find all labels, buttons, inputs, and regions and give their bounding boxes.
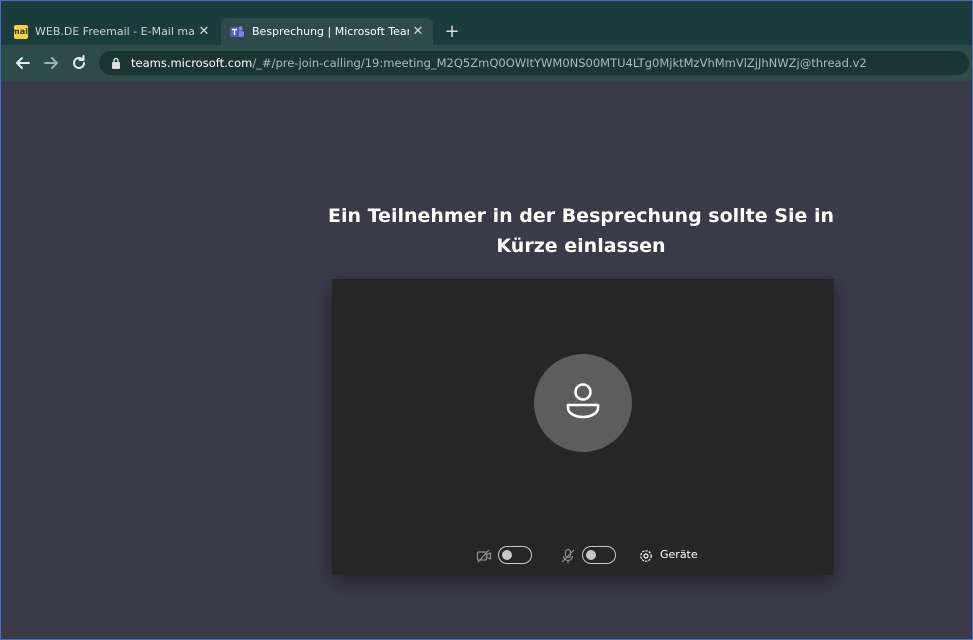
url-text[interactable]: teams.microsoft.com/_#/pre-join-calling/… — [131, 56, 966, 70]
tab-strip: mail WEB.DE Freemail - E-Mail made in Ge… — [1, 1, 972, 45]
avatar — [534, 354, 632, 452]
url-path: /_#/pre-join-calling/19:meeting_M2Q5ZmQ0… — [252, 56, 867, 70]
microphone-off-icon — [561, 548, 575, 563]
webde-icon-text: mail — [11, 27, 31, 36]
microphone-toggle[interactable] — [582, 546, 616, 564]
tab-teams-title: Besprechung | Microsoft Teams — [252, 25, 409, 38]
forward-arrow-icon[interactable] — [41, 53, 61, 73]
back-arrow-icon[interactable] — [13, 53, 33, 73]
teams-icon — [230, 25, 244, 37]
camera-toggle-knob — [502, 550, 512, 560]
address-bar[interactable]: teams.microsoft.com/_#/pre-join-calling/… — [99, 51, 969, 75]
webde-icon: mail — [11, 24, 31, 39]
tab-webde-close-icon[interactable]: ✕ — [195, 24, 213, 39]
reload-icon[interactable] — [69, 53, 89, 73]
tab-teams-close-icon[interactable]: ✕ — [409, 24, 427, 39]
page-title-line1: Ein Teilnehmer in der Besprechung sollte… — [327, 205, 834, 227]
video-preview: Geräte — [332, 279, 834, 575]
url-host: teams.microsoft.com — [131, 56, 253, 70]
camera-off-icon — [476, 549, 492, 563]
tab-webde-title: WEB.DE Freemail - E-Mail made in Germany — [35, 25, 195, 38]
devices-button[interactable]: Geräte — [660, 548, 698, 561]
page-title: Ein Teilnehmer in der Besprechung sollte… — [301, 201, 861, 261]
person-icon — [566, 383, 600, 419]
gear-icon[interactable] — [638, 548, 654, 564]
browser-window: mail WEB.DE Freemail - E-Mail made in Ge… — [0, 0, 973, 640]
tab-webde[interactable]: mail WEB.DE Freemail - E-Mail made in Ge… — [9, 18, 219, 45]
browser-toolbar: teams.microsoft.com/_#/pre-join-calling/… — [1, 45, 972, 81]
page-title-line2: Kürze einlassen — [496, 235, 666, 257]
device-controls: Geräte — [332, 544, 834, 568]
camera-toggle[interactable] — [498, 546, 532, 564]
microphone-toggle-knob — [586, 550, 596, 560]
lock-icon[interactable] — [111, 57, 121, 69]
tab-teams[interactable]: Besprechung | Microsoft Teams ✕ — [221, 18, 433, 45]
new-tab-button[interactable]: + — [441, 21, 463, 43]
